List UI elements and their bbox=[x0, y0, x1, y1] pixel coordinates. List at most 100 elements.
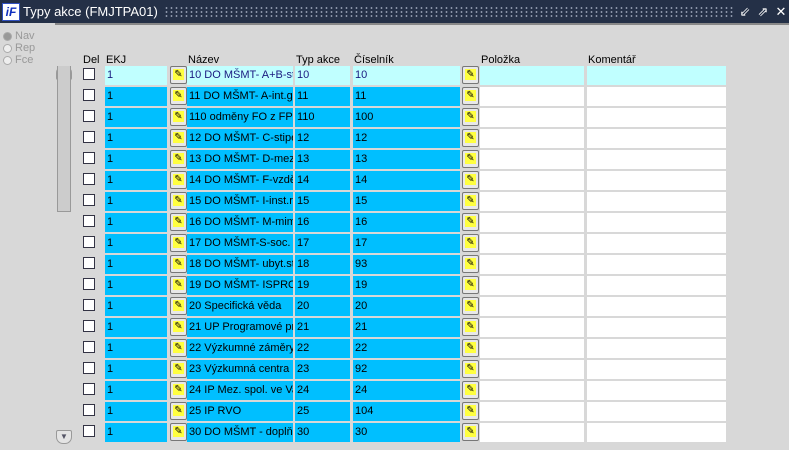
komentar-field[interactable] bbox=[587, 297, 726, 316]
polozka-field[interactable] bbox=[480, 276, 584, 295]
typ-akce-field[interactable]: 18 bbox=[295, 255, 350, 274]
nazev-lov-button[interactable]: ✎ bbox=[170, 276, 187, 294]
polozka-field[interactable] bbox=[480, 171, 584, 190]
nazev-field[interactable]: 30 DO MŠMT - doplňko bbox=[187, 423, 293, 442]
ciselnik-field[interactable]: 24 bbox=[353, 381, 460, 400]
ekj-field[interactable]: 1 bbox=[105, 423, 167, 442]
ciselnik-lov-button[interactable]: ✎ bbox=[462, 381, 479, 399]
nazev-lov-button[interactable]: ✎ bbox=[170, 213, 187, 231]
nazev-field[interactable]: 16 DO MŠMT- M-mim.a bbox=[187, 213, 293, 232]
komentar-field[interactable] bbox=[587, 108, 726, 127]
nazev-lov-button[interactable]: ✎ bbox=[170, 339, 187, 357]
nazev-lov-button[interactable]: ✎ bbox=[170, 150, 187, 168]
ciselnik-lov-button[interactable]: ✎ bbox=[462, 402, 479, 420]
nazev-field[interactable]: 10 DO MŠMT- A+B-stu bbox=[187, 66, 293, 85]
nazev-lov-button[interactable]: ✎ bbox=[170, 234, 187, 252]
nazev-lov-button[interactable]: ✎ bbox=[170, 129, 187, 147]
ciselnik-field[interactable]: 12 bbox=[353, 129, 460, 148]
typ-akce-field[interactable]: 11 bbox=[295, 87, 350, 106]
polozka-field[interactable] bbox=[480, 255, 584, 274]
polozka-field[interactable] bbox=[480, 381, 584, 400]
typ-akce-field[interactable]: 23 bbox=[295, 360, 350, 379]
ciselnik-field[interactable]: 13 bbox=[353, 150, 460, 169]
maximize-icon[interactable]: ⇗ bbox=[755, 4, 771, 20]
ekj-field[interactable]: 1 bbox=[105, 234, 167, 253]
ekj-field[interactable]: 1 bbox=[105, 360, 167, 379]
delete-checkbox[interactable] bbox=[83, 194, 95, 206]
typ-akce-field[interactable]: 17 bbox=[295, 234, 350, 253]
komentar-field[interactable] bbox=[587, 87, 726, 106]
nazev-field[interactable]: 110 odměny FO z FPP bbox=[187, 108, 293, 127]
komentar-field[interactable] bbox=[587, 192, 726, 211]
delete-checkbox[interactable] bbox=[83, 278, 95, 290]
nazev-lov-button[interactable]: ✎ bbox=[170, 66, 187, 84]
komentar-field[interactable] bbox=[587, 150, 726, 169]
ciselnik-lov-button[interactable]: ✎ bbox=[462, 108, 479, 126]
komentar-field[interactable] bbox=[587, 129, 726, 148]
ekj-field[interactable]: 1 bbox=[105, 255, 167, 274]
ciselnik-lov-button[interactable]: ✎ bbox=[462, 318, 479, 336]
ekj-field[interactable]: 1 bbox=[105, 276, 167, 295]
ekj-field[interactable]: 1 bbox=[105, 402, 167, 421]
polozka-field[interactable] bbox=[480, 213, 584, 232]
ekj-field[interactable]: 1 bbox=[105, 213, 167, 232]
delete-checkbox[interactable] bbox=[83, 362, 95, 374]
ciselnik-field[interactable]: 22 bbox=[353, 339, 460, 358]
ciselnik-lov-button[interactable]: ✎ bbox=[462, 87, 479, 105]
ekj-field[interactable]: 1 bbox=[105, 318, 167, 337]
ciselnik-field[interactable]: 104 bbox=[353, 402, 460, 421]
nazev-lov-button[interactable]: ✎ bbox=[170, 318, 187, 336]
typ-akce-field[interactable]: 19 bbox=[295, 276, 350, 295]
nazev-lov-button[interactable]: ✎ bbox=[170, 297, 187, 315]
delete-checkbox[interactable] bbox=[83, 299, 95, 311]
typ-akce-field[interactable]: 25 bbox=[295, 402, 350, 421]
nazev-field[interactable]: 14 DO MŠMT- F-vzděl bbox=[187, 171, 293, 190]
typ-akce-field[interactable]: 20 bbox=[295, 297, 350, 316]
komentar-field[interactable] bbox=[587, 66, 726, 85]
ciselnik-field[interactable]: 11 bbox=[353, 87, 460, 106]
ciselnik-lov-button[interactable]: ✎ bbox=[462, 150, 479, 168]
ekj-field[interactable]: 1 bbox=[105, 192, 167, 211]
polozka-field[interactable] bbox=[480, 87, 584, 106]
minimize-icon[interactable]: ⇙ bbox=[737, 4, 753, 20]
ciselnik-lov-button[interactable]: ✎ bbox=[462, 339, 479, 357]
komentar-field[interactable] bbox=[587, 213, 726, 232]
komentar-field[interactable] bbox=[587, 360, 726, 379]
polozka-field[interactable] bbox=[480, 339, 584, 358]
delete-checkbox[interactable] bbox=[83, 110, 95, 122]
nazev-lov-button[interactable]: ✎ bbox=[170, 108, 187, 126]
delete-checkbox[interactable] bbox=[83, 404, 95, 416]
nazev-lov-button[interactable]: ✎ bbox=[170, 360, 187, 378]
nazev-lov-button[interactable]: ✎ bbox=[170, 255, 187, 273]
typ-akce-field[interactable]: 13 bbox=[295, 150, 350, 169]
ciselnik-field[interactable]: 30 bbox=[353, 423, 460, 442]
typ-akce-field[interactable]: 30 bbox=[295, 423, 350, 442]
ekj-field[interactable]: 1 bbox=[105, 108, 167, 127]
ciselnik-field[interactable]: 19 bbox=[353, 276, 460, 295]
komentar-field[interactable] bbox=[587, 402, 726, 421]
nazev-field[interactable]: 21 UP Programové pro bbox=[187, 318, 293, 337]
nazev-field[interactable]: 25 IP RVO bbox=[187, 402, 293, 421]
delete-checkbox[interactable] bbox=[83, 152, 95, 164]
ekj-field[interactable]: 1 bbox=[105, 129, 167, 148]
nazev-field[interactable]: 12 DO MŠMT- C-stipen bbox=[187, 129, 293, 148]
ciselnik-lov-button[interactable]: ✎ bbox=[462, 255, 479, 273]
ciselnik-field[interactable]: 14 bbox=[353, 171, 460, 190]
typ-akce-field[interactable]: 12 bbox=[295, 129, 350, 148]
polozka-field[interactable] bbox=[480, 150, 584, 169]
ciselnik-lov-button[interactable]: ✎ bbox=[462, 171, 479, 189]
nazev-lov-button[interactable]: ✎ bbox=[170, 171, 187, 189]
ekj-field[interactable]: 1 bbox=[105, 297, 167, 316]
delete-checkbox[interactable] bbox=[83, 89, 95, 101]
ciselnik-lov-button[interactable]: ✎ bbox=[462, 234, 479, 252]
ciselnik-lov-button[interactable]: ✎ bbox=[462, 129, 479, 147]
komentar-field[interactable] bbox=[587, 318, 726, 337]
polozka-field[interactable] bbox=[480, 402, 584, 421]
ciselnik-lov-button[interactable]: ✎ bbox=[462, 297, 479, 315]
nazev-field[interactable]: 19 DO MŠMT- ISPROF bbox=[187, 276, 293, 295]
typ-akce-field[interactable]: 24 bbox=[295, 381, 350, 400]
komentar-field[interactable] bbox=[587, 255, 726, 274]
nazev-field[interactable]: 11 DO MŠMT- A-int.gr bbox=[187, 87, 293, 106]
komentar-field[interactable] bbox=[587, 276, 726, 295]
delete-checkbox[interactable] bbox=[83, 236, 95, 248]
